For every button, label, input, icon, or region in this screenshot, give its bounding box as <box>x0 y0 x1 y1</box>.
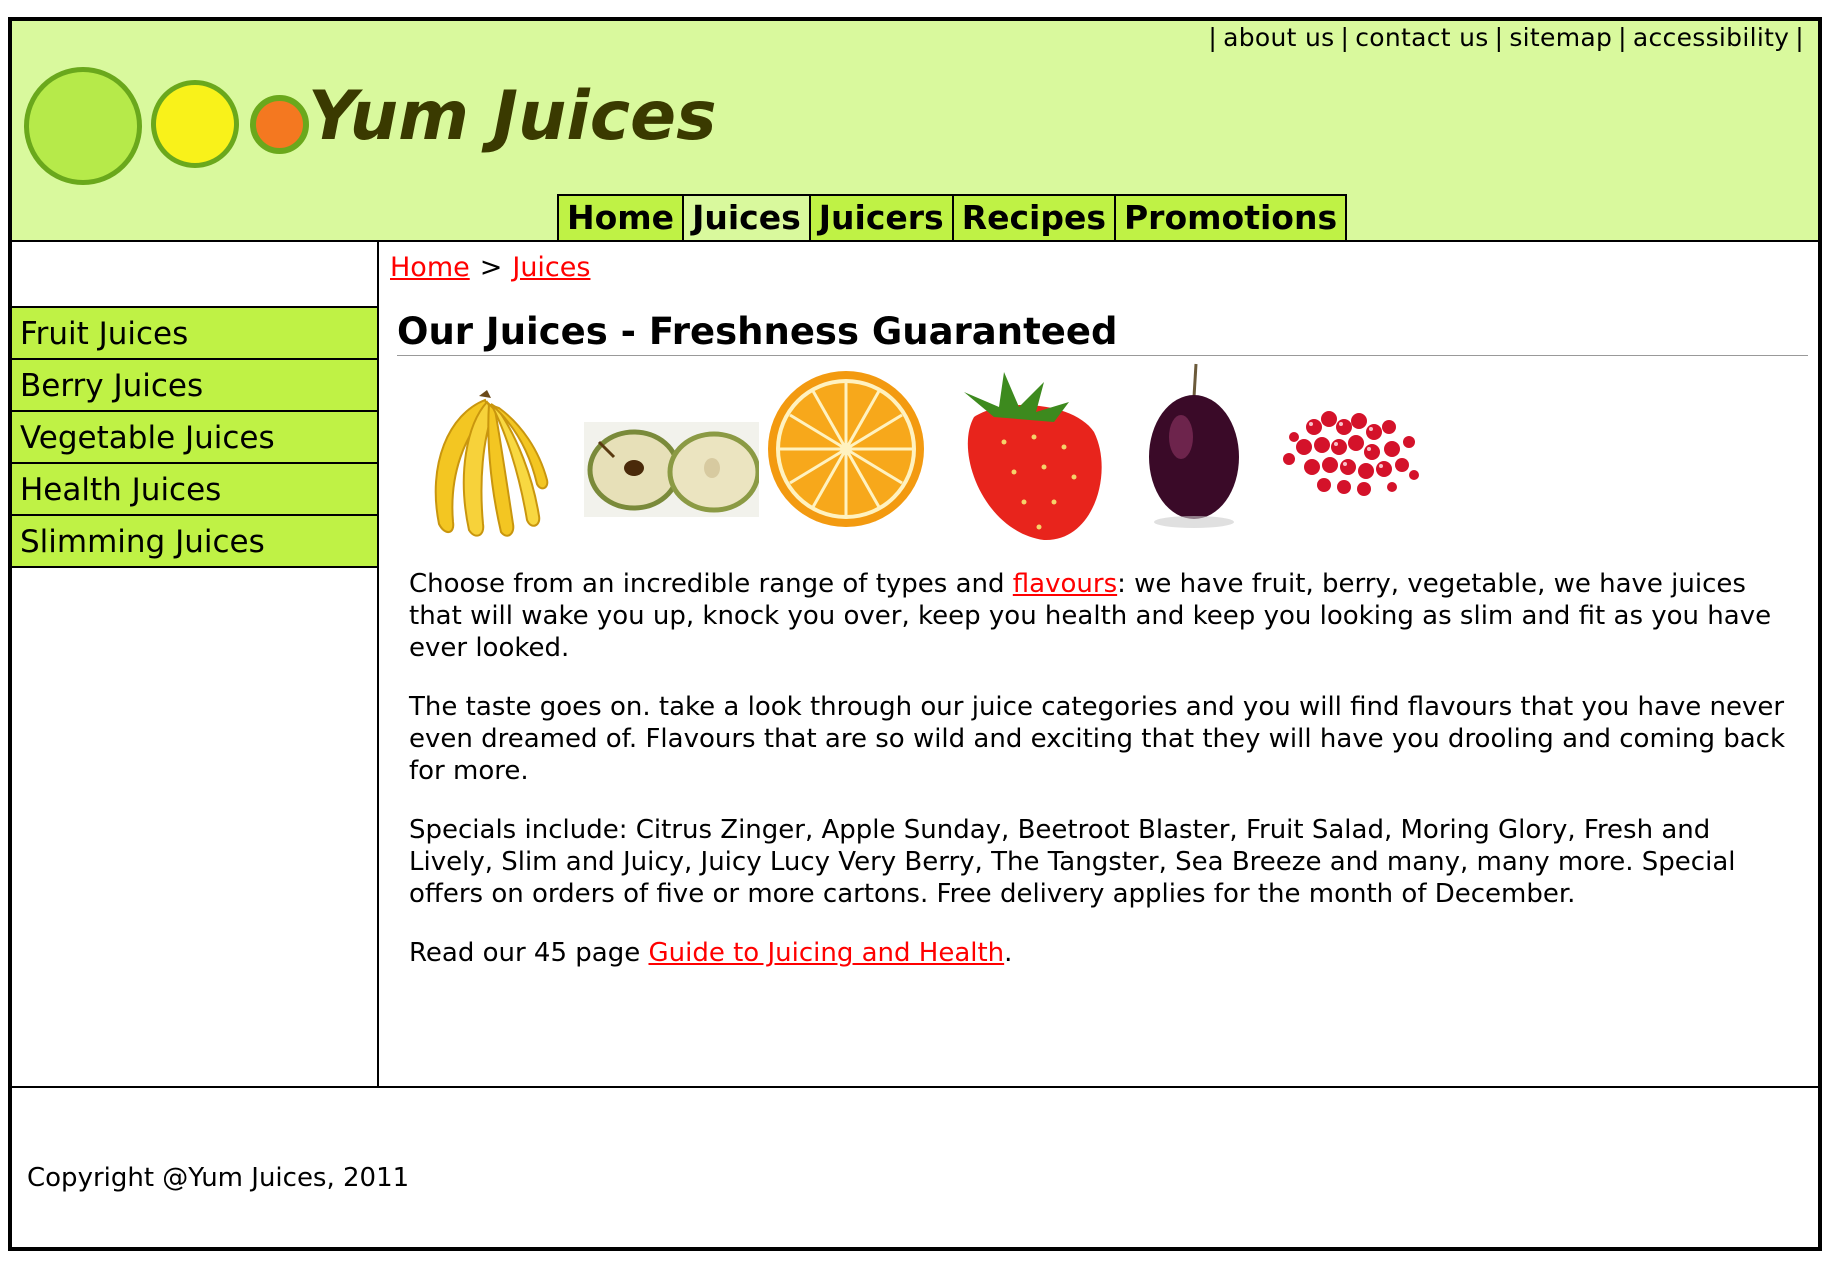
page-title: Our Juices - Freshness Guaranteed <box>397 310 1808 356</box>
main-content: Home > Juices Our Juices - Freshness Guara… <box>379 242 1818 1086</box>
flavours-link[interactable]: flavours <box>1013 569 1117 599</box>
breadcrumb-home-link[interactable]: Home <box>390 252 470 283</box>
logo-circle-green-icon <box>24 67 142 185</box>
nav-juicers[interactable]: Juicers <box>810 196 954 240</box>
apple-image <box>584 422 759 517</box>
accessibility-link[interactable]: accessibility <box>1633 23 1789 52</box>
pomegranate-image <box>1283 411 1419 496</box>
link-separator: | <box>1340 23 1350 52</box>
strawberry-image <box>964 372 1102 541</box>
sidebar: Fruit Juices Berry Juices Vegetable Juic… <box>12 242 379 1086</box>
nav-promotions[interactable]: Promotions <box>1116 196 1348 240</box>
page-frame: | about us | contact us | sitemap | accessibili… <box>8 17 1822 1251</box>
breadcrumb: Home > Juices <box>390 252 590 283</box>
sidebar-item-berry-juices[interactable]: Berry Juices <box>12 360 377 412</box>
fruit-banner <box>409 362 1609 562</box>
nav-juices[interactable]: Juices <box>684 196 811 240</box>
guide-text-before: Read our 45 page <box>409 938 649 968</box>
plum-image <box>1149 363 1239 528</box>
logo-circle-yellow-icon <box>151 80 239 168</box>
site-header: | about us | contact us | sitemap | accessibili… <box>12 21 1818 242</box>
taste-paragraph: The taste goes on. take a look through o… <box>409 692 1786 786</box>
link-separator: | <box>1795 23 1804 52</box>
link-separator: | <box>1618 23 1627 52</box>
contact-us-link[interactable]: contact us <box>1355 23 1488 52</box>
site-footer: Copyright @Yum Juices, 2011 <box>12 1086 1818 1247</box>
main-nav: Home Juices Juicers Recipes Promotions <box>557 194 1348 242</box>
specials-paragraph: Specials include: Citrus Zinger, Apple S… <box>409 815 1736 909</box>
sitemap-link[interactable]: sitemap <box>1509 23 1612 52</box>
guide-paragraph: Read our 45 page Guide to Juicing and He… <box>409 937 1799 969</box>
link-separator: | <box>1494 23 1504 52</box>
guide-text-after: . <box>1004 938 1013 968</box>
intro-paragraph: Choose from an incredible range of types… <box>409 568 1799 664</box>
nav-home[interactable]: Home <box>559 196 685 240</box>
sidebar-item-health-juices[interactable]: Health Juices <box>12 464 377 516</box>
site-logo[interactable]: Yum Juices <box>24 66 724 196</box>
content-body: Choose from an incredible range of types… <box>409 568 1799 996</box>
about-us-link[interactable]: about us <box>1223 23 1334 52</box>
logo-text: Yum Juices <box>308 77 717 156</box>
nav-recipes[interactable]: Recipes <box>953 196 1116 240</box>
breadcrumb-juices-link[interactable]: Juices <box>512 252 590 283</box>
utility-links: | about us | contact us | sitemap | accessibili… <box>1202 23 1810 52</box>
sidebar-item-vegetable-juices[interactable]: Vegetable Juices <box>12 412 377 464</box>
intro-text-before: Choose from an incredible range of types… <box>409 569 1013 599</box>
copyright-text: Copyright @Yum Juices, 2011 <box>27 1163 410 1193</box>
sidebar-item-slimming-juices[interactable]: Slimming Juices <box>12 516 377 568</box>
guide-link[interactable]: Guide to Juicing and Health <box>648 938 1004 968</box>
orange-image <box>768 371 924 527</box>
logo-circle-orange-icon <box>250 95 309 154</box>
sidebar-item-fruit-juices[interactable]: Fruit Juices <box>12 308 377 360</box>
link-separator: | <box>1208 23 1218 52</box>
breadcrumb-separator: > <box>479 252 503 283</box>
sidebar-nav: Fruit Juices Berry Juices Vegetable Juic… <box>12 306 377 568</box>
banana-image <box>434 390 549 537</box>
